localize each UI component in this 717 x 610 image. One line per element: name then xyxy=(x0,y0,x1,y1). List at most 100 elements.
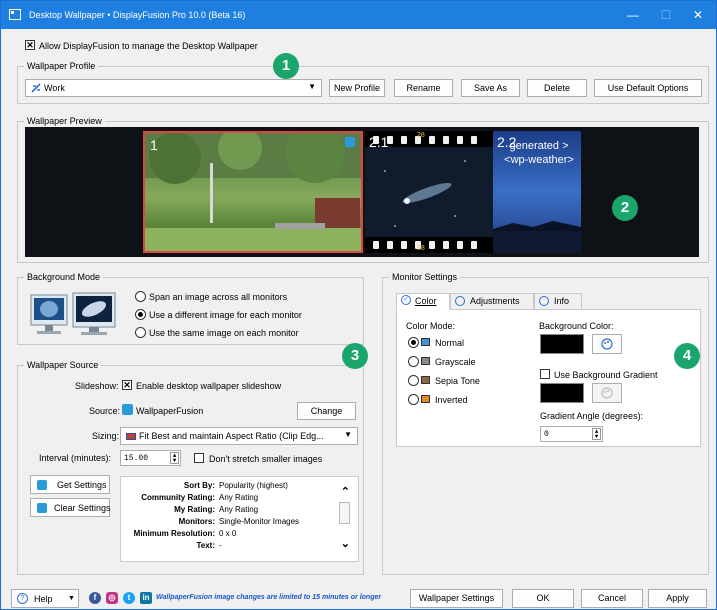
app-icon xyxy=(9,9,21,20)
monitor-2-1-preview[interactable]: 2.1 28 28 xyxy=(365,131,493,253)
stepper-arrows-icon[interactable]: ▲ ▼ xyxy=(592,428,601,440)
facebook-icon[interactable]: f xyxy=(89,592,101,604)
scrollbar-thumb[interactable] xyxy=(339,502,350,524)
wallpaper-settings-button[interactable]: Wallpaper Settings xyxy=(410,589,503,608)
save-as-button[interactable]: Save As xyxy=(461,79,520,97)
slideshow-checkbox[interactable]: ✕ xyxy=(122,380,132,390)
scroll-down-icon[interactable]: ⌄ xyxy=(341,537,350,550)
chevron-down-icon: ▼ xyxy=(344,430,352,439)
gradient-color-swatch[interactable] xyxy=(540,383,584,403)
apply-button[interactable]: Apply xyxy=(648,589,707,608)
info-key: Community Rating: xyxy=(141,493,215,502)
step-badge: 3 xyxy=(342,343,368,369)
source-settings-info[interactable]: Sort By: Popularity (highest) Community R… xyxy=(120,476,359,562)
get-settings-icon xyxy=(37,480,47,490)
background-mode-title: Background Mode xyxy=(24,272,104,282)
tab-color[interactable]: ✓ Color xyxy=(396,293,450,310)
color-picker-button[interactable] xyxy=(592,334,622,354)
different-mode-radio[interactable] xyxy=(135,309,146,320)
color-mode-label: Color Mode: xyxy=(406,321,456,331)
chevron-down-icon: ▼ xyxy=(68,595,75,602)
different-mode-label: Use a different image for each monitor xyxy=(149,310,302,320)
span-mode-radio[interactable] xyxy=(135,291,146,302)
source-label: Source: xyxy=(89,406,121,416)
help-button[interactable]: ? Help ▼ xyxy=(11,589,79,608)
interval-value: 15.00 xyxy=(124,454,149,463)
help-label: Help xyxy=(34,594,53,604)
profile-select[interactable]: Work ▼ xyxy=(25,79,322,97)
get-settings-label: Get Settings xyxy=(57,480,107,490)
circle-icon xyxy=(539,296,549,306)
check-circle-icon: ✓ xyxy=(401,295,411,305)
image-icon xyxy=(421,338,430,346)
info-key: Sort By: xyxy=(183,481,215,490)
interval-label: Interval (minutes): xyxy=(39,453,112,463)
stepper-arrows-icon[interactable]: ▲ ▼ xyxy=(170,452,179,464)
maximize-button[interactable]: ☐ xyxy=(651,5,681,25)
use-gradient-label: Use Background Gradient xyxy=(554,370,658,380)
grayscale-label: Grayscale xyxy=(435,357,476,367)
palette-icon xyxy=(601,338,613,350)
limit-notice[interactable]: WallpaperFusion image changes are limite… xyxy=(156,594,381,601)
delete-button[interactable]: Delete xyxy=(527,79,587,97)
gradient-picker-button[interactable] xyxy=(592,383,622,403)
title-bar[interactable]: Desktop Wallpaper • DisplayFusion Pro 10… xyxy=(1,1,716,29)
normal-radio[interactable] xyxy=(408,337,419,348)
monitor-badge-icon xyxy=(345,137,355,147)
bg-color-label: Background Color: xyxy=(539,321,614,331)
dont-stretch-checkbox[interactable] xyxy=(194,453,204,463)
instagram-icon[interactable]: ◎ xyxy=(106,592,118,604)
info-value: 0 x 0 xyxy=(219,529,237,538)
clear-settings-icon xyxy=(37,503,47,513)
wallpaper-preview-title: Wallpaper Preview xyxy=(24,116,105,126)
scroll-up-icon[interactable]: ⌃ xyxy=(341,485,350,498)
sizing-label: Sizing: xyxy=(92,431,120,441)
allow-manage-label: Allow DisplayFusion to manage the Deskto… xyxy=(39,41,258,51)
source-value: WallpaperFusion xyxy=(136,406,204,416)
allow-manage-checkbox[interactable]: ✕ xyxy=(25,40,35,50)
get-settings-button[interactable]: Get Settings xyxy=(30,475,110,494)
minimize-button[interactable]: — xyxy=(618,5,648,25)
film-number: 28 xyxy=(417,132,425,139)
info-key: My Rating: xyxy=(174,505,215,514)
tab-info[interactable]: Info xyxy=(534,293,582,310)
image-gray-icon xyxy=(421,357,430,365)
interval-stepper[interactable]: 15.00 ▲ ▼ xyxy=(120,450,181,466)
wallpaperfusion-icon xyxy=(122,404,133,415)
gradient-angle-stepper[interactable]: 0 ▲ ▼ xyxy=(540,426,603,442)
same-mode-label: Use the same image on each monitor xyxy=(149,328,299,338)
twitter-icon[interactable]: t xyxy=(123,592,135,604)
use-gradient-checkbox[interactable] xyxy=(540,369,550,379)
monitor-1-preview[interactable]: 1 xyxy=(143,131,363,253)
cancel-button[interactable]: Cancel xyxy=(581,589,643,608)
same-mode-radio[interactable] xyxy=(135,327,146,338)
forest-image xyxy=(145,133,361,251)
info-value: Any Rating xyxy=(219,493,259,502)
use-default-options-button[interactable]: Use Default Options xyxy=(594,79,702,97)
close-button[interactable]: ✕ xyxy=(683,5,713,25)
slideshow-checkbox-label: Enable desktop wallpaper slideshow xyxy=(136,381,282,391)
grayscale-radio[interactable] xyxy=(408,356,419,367)
bg-color-swatch[interactable] xyxy=(540,334,584,354)
sepia-label: Sepia Tone xyxy=(435,376,480,386)
profile-selected: Work xyxy=(44,83,65,93)
new-profile-button[interactable]: New Profile xyxy=(329,79,385,97)
clear-settings-button[interactable]: Clear Settings xyxy=(30,498,111,517)
rename-button[interactable]: Rename xyxy=(394,79,453,97)
image-inverted-icon xyxy=(421,395,430,403)
circle-icon xyxy=(455,296,465,306)
span-mode-label: Span an image across all monitors xyxy=(149,292,288,302)
linkedin-icon[interactable]: in xyxy=(140,592,152,604)
tab-info-label: Info xyxy=(554,296,570,306)
clear-settings-label: Clear Settings xyxy=(54,503,111,513)
ok-button[interactable]: OK xyxy=(512,589,574,608)
normal-label: Normal xyxy=(435,338,465,348)
sizing-select[interactable]: Fit Best and maintain Aspect Ratio (Clip… xyxy=(120,427,358,445)
monitor-2-2-preview[interactable]: 2.2 generated > <wp-weather> xyxy=(493,131,581,253)
sepia-radio[interactable] xyxy=(408,375,419,386)
change-source-button[interactable]: Change xyxy=(297,402,356,420)
chevron-down-icon: ▼ xyxy=(308,82,316,91)
film-number: 28 xyxy=(417,245,425,252)
tab-adjustments[interactable]: Adjustments xyxy=(450,293,534,310)
inverted-radio[interactable] xyxy=(408,394,419,405)
